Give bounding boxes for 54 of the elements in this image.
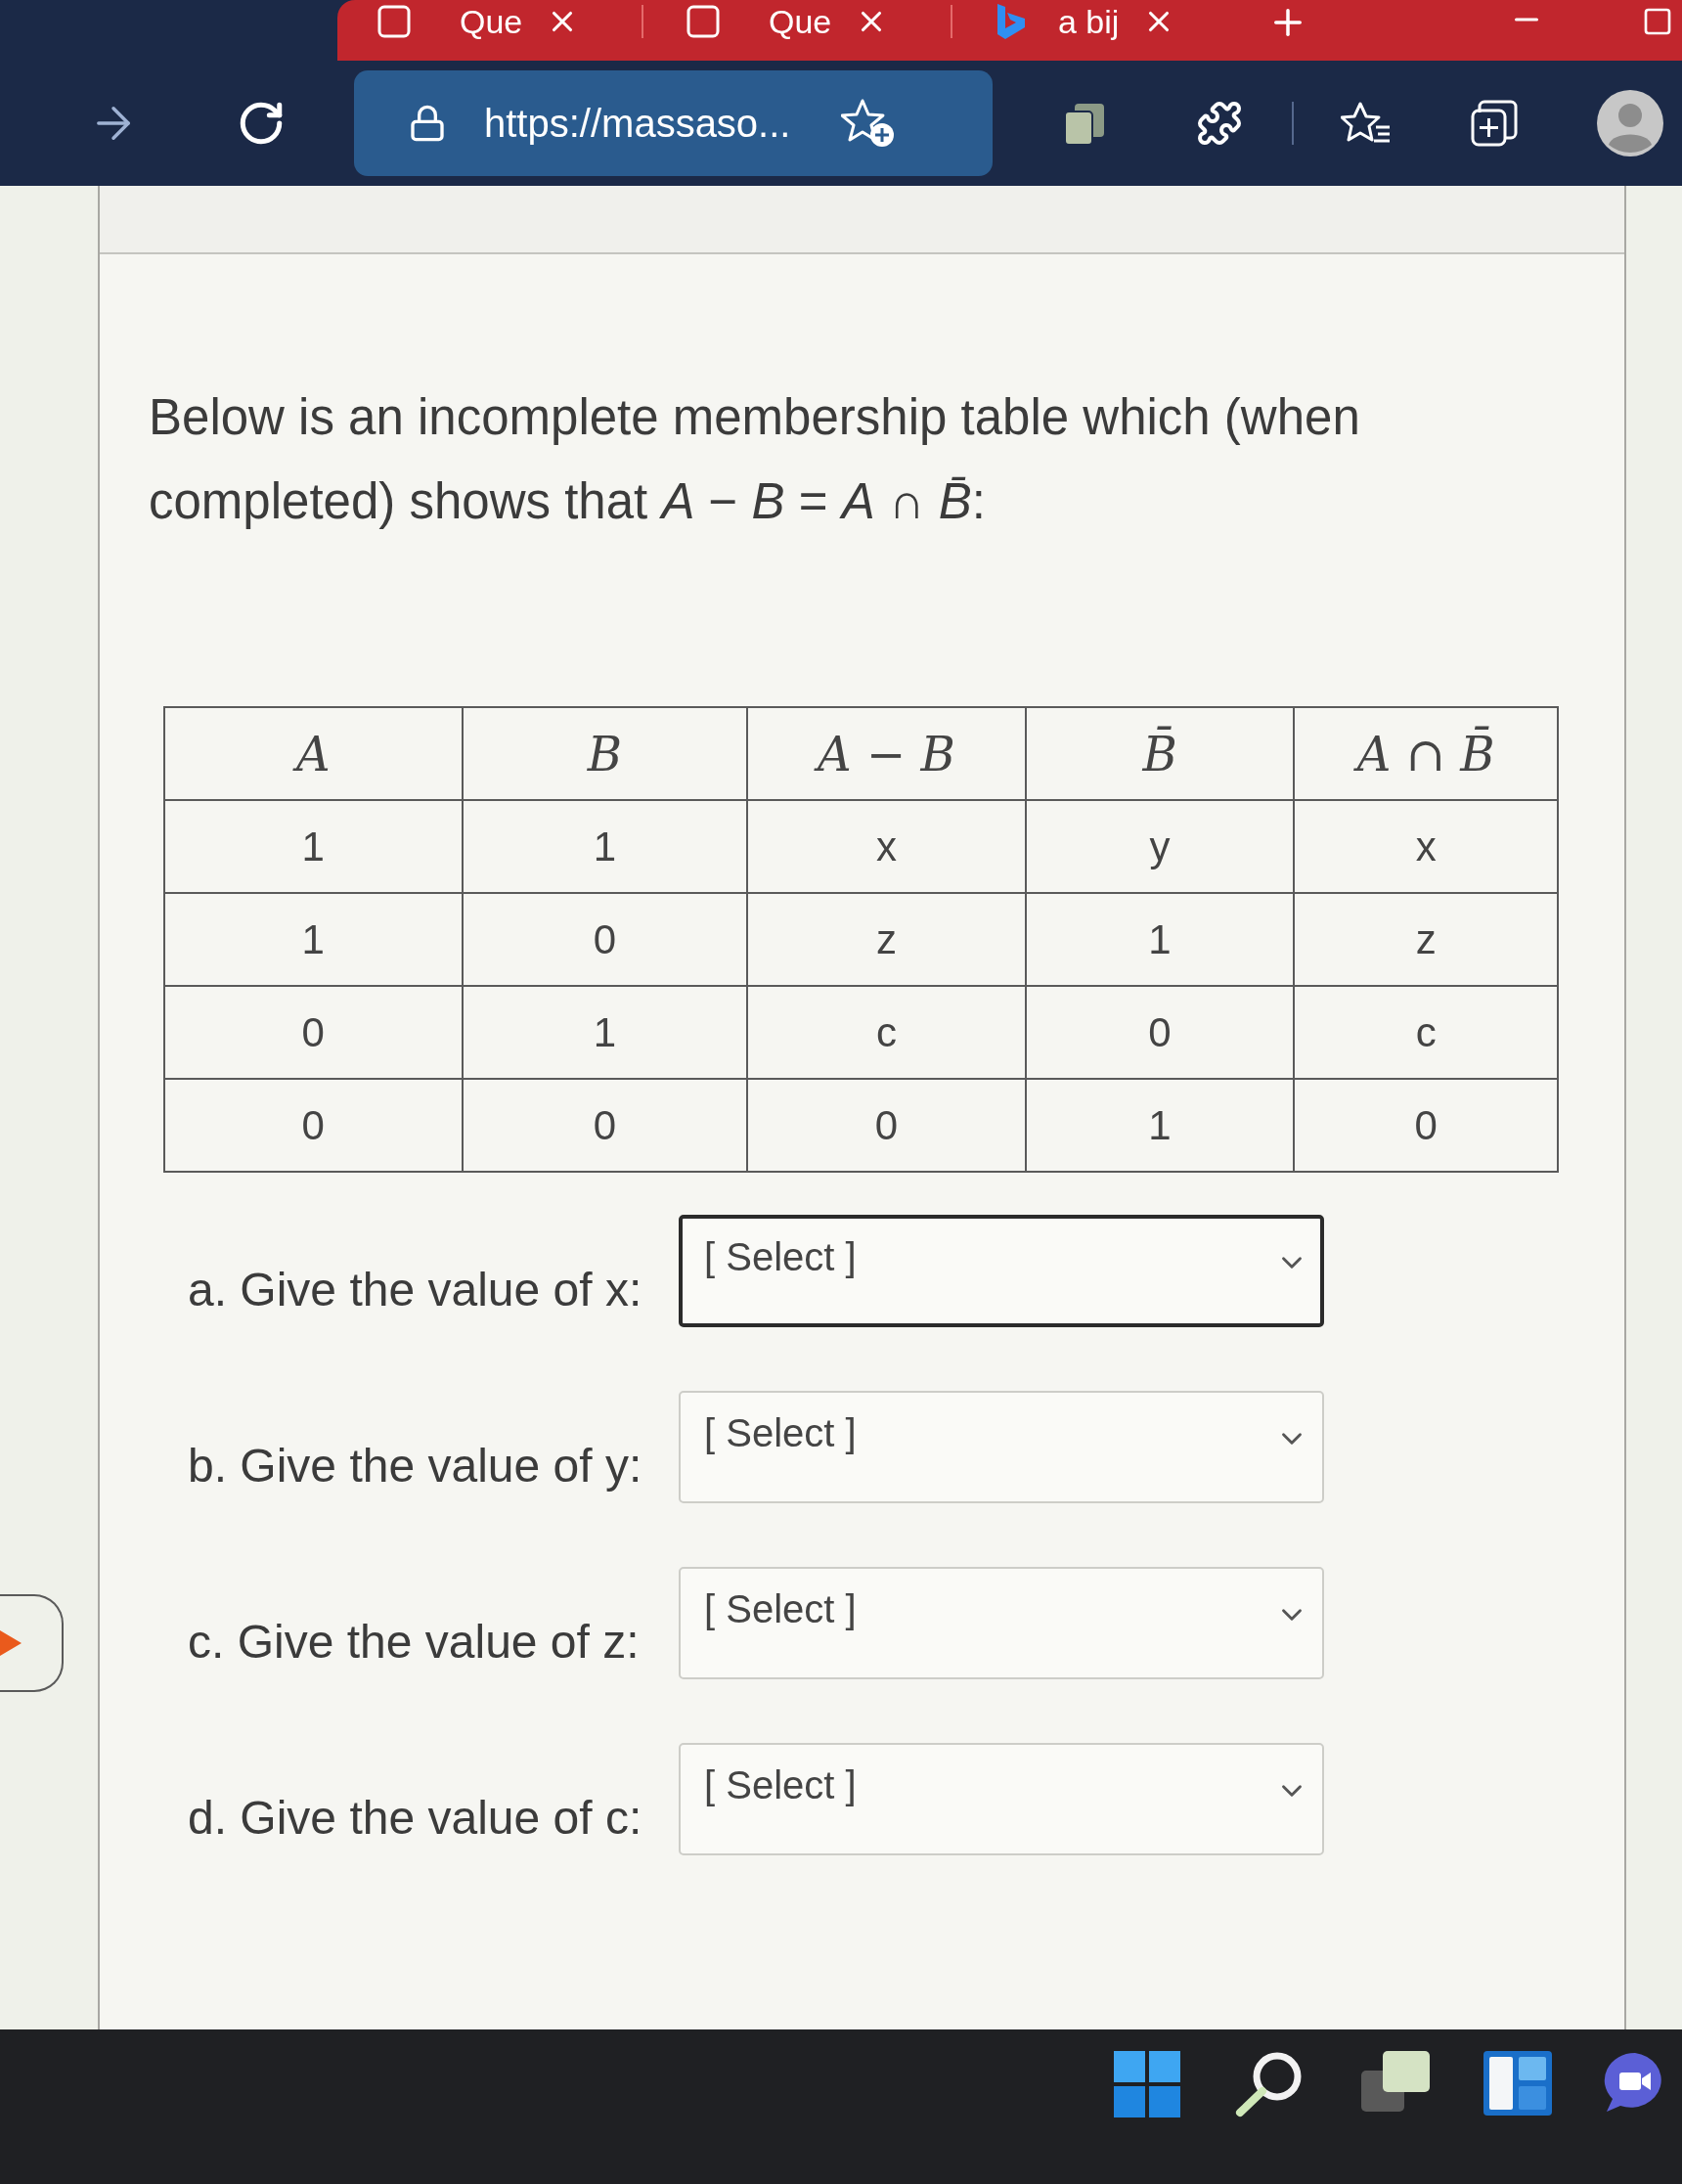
column-header: A − B (747, 707, 1026, 800)
widgets-icon[interactable] (1483, 2051, 1552, 2116)
question-text: Below is an incomplete membership table which (when completed) shows that A − B = A ∩ B̄: (149, 388, 1361, 531)
avatar-icon[interactable] (1597, 90, 1663, 156)
column-header: A ∩ B̄ (1294, 707, 1558, 800)
column-header: B̄ (1025, 707, 1295, 800)
side-arrow-button[interactable] (0, 1594, 64, 1692)
browser-tab[interactable]: a bij (996, 2, 1120, 41)
table-cell: 0 (747, 1079, 1026, 1172)
table-cell: 0 (1294, 1079, 1558, 1172)
table-cell: 0 (1025, 986, 1295, 1079)
start-icon[interactable] (1114, 2051, 1180, 2117)
table-cell: 1 (164, 800, 463, 893)
browser-tab[interactable]: Que (686, 2, 832, 41)
maximize-icon[interactable] (1642, 6, 1673, 37)
select-dropdown[interactable]: [ Select ] (679, 1391, 1324, 1503)
table-cell: 0 (462, 893, 748, 986)
column-header: B (462, 707, 748, 800)
table-cell: 1 (164, 893, 463, 986)
address-field[interactable]: https://massaso... (354, 70, 993, 176)
column-header: A (164, 707, 463, 800)
question-label: a. Give the value of x: (188, 1264, 642, 1315)
select-dropdown[interactable]: [ Select ] (679, 1215, 1324, 1327)
table-cell: y (1025, 800, 1295, 893)
question-label: d. Give the value of c: (188, 1792, 642, 1844)
logo-icon (996, 4, 1027, 39)
browser-tab[interactable]: Que (377, 2, 523, 41)
table-cell: c (1294, 986, 1558, 1079)
favorites-icon[interactable] (1341, 101, 1392, 146)
table-cell: z (1294, 893, 1558, 986)
table-cell: 0 (462, 1079, 748, 1172)
table-cell: 0 (164, 986, 463, 1079)
table-cell: 1 (1025, 893, 1295, 986)
select-dropdown[interactable]: [ Select ] (679, 1743, 1324, 1855)
question-label: b. Give the value of y: (188, 1440, 642, 1492)
table-cell: 1 (462, 800, 748, 893)
page-icon (377, 5, 411, 38)
table-cell: x (1294, 800, 1558, 893)
add-tab-icon[interactable] (1470, 99, 1519, 148)
table-cell: 1 (462, 986, 748, 1079)
table-cell: 0 (164, 1079, 463, 1172)
task-view-icon[interactable] (1361, 2051, 1430, 2112)
star-plus-icon[interactable] (841, 98, 897, 149)
lock-icon[interactable] (408, 104, 447, 143)
url-text: https://massaso... (484, 101, 791, 147)
extensions-icon[interactable] (1196, 100, 1243, 147)
question-label: c. Give the value of z: (188, 1616, 640, 1668)
table-cell: z (747, 893, 1026, 986)
triangle-icon (0, 1630, 22, 1656)
select-dropdown[interactable]: [ Select ] (679, 1567, 1324, 1679)
table-cell: 1 (1025, 1079, 1295, 1172)
page-icon (686, 5, 720, 38)
table-cell: x (747, 800, 1026, 893)
table-cell: c (747, 986, 1026, 1079)
